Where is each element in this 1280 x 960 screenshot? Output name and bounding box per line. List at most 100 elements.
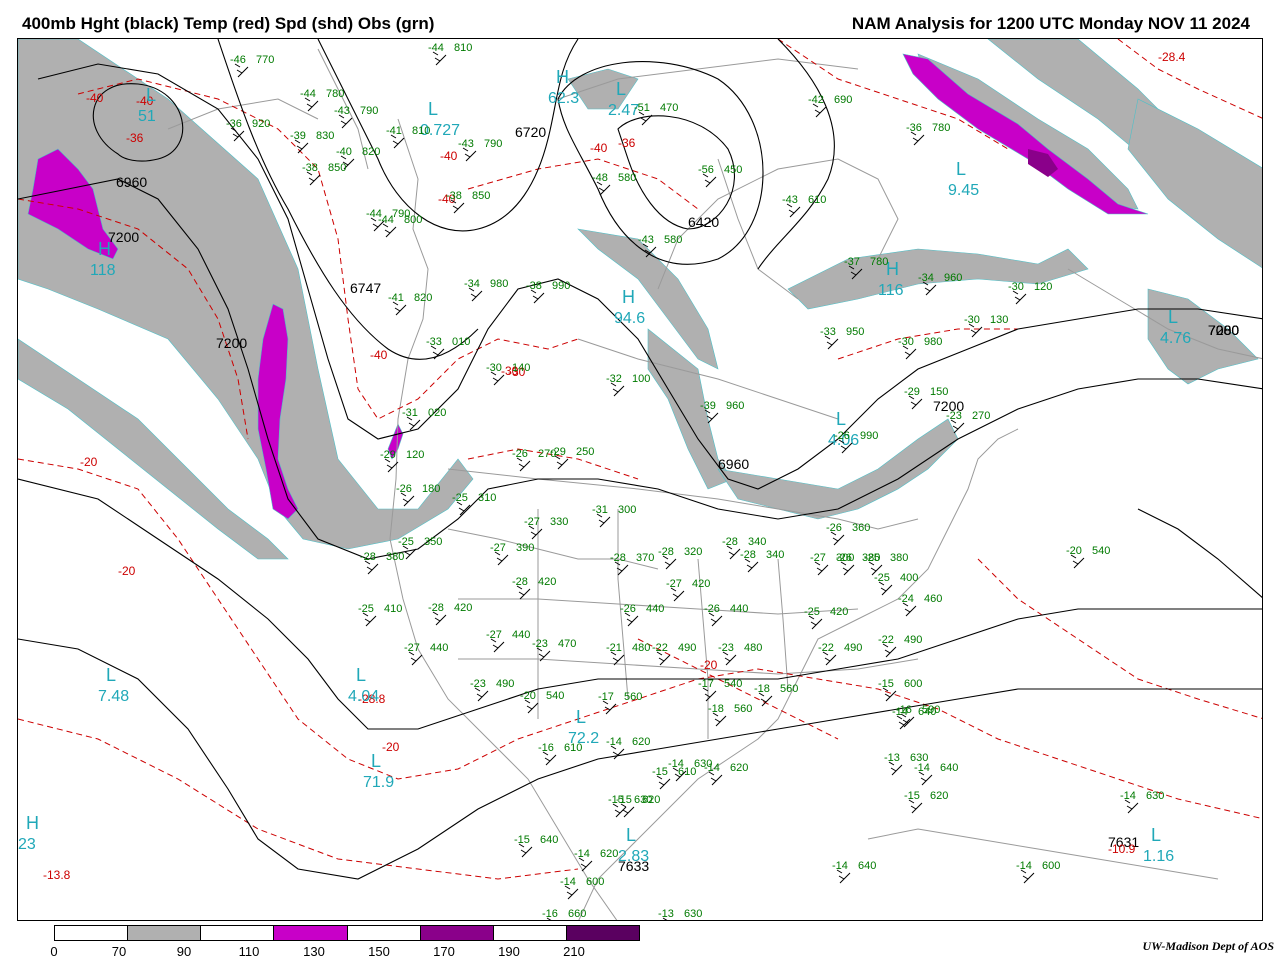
legend-swatch [566, 926, 639, 940]
station-temp: -14 [892, 706, 908, 718]
station-temp: -30 [898, 336, 914, 348]
station-temp: -30 [964, 314, 980, 326]
station-height: 620 [930, 790, 948, 802]
station-height: 440 [430, 642, 448, 654]
legend-tick: 110 [238, 944, 260, 959]
station-temp: -25 [864, 552, 880, 564]
pressure-center-value: 2.83 [618, 848, 649, 865]
pressure-center-value: 62.3 [548, 90, 579, 107]
temperature-contour-label: -20 [118, 564, 136, 578]
pressure-center-type: H [98, 239, 111, 259]
station-height: 540 [724, 678, 742, 690]
station-height: 980 [924, 336, 942, 348]
station-temp: -25 [452, 492, 468, 504]
station-height: 780 [932, 122, 950, 134]
station-temp: -27 [404, 642, 420, 654]
station-height: 460 [924, 593, 942, 605]
station-height: 150 [930, 386, 948, 398]
station-height: 540 [546, 690, 564, 702]
station-height: 820 [414, 292, 432, 304]
station-height: 620 [730, 762, 748, 774]
station-temp: -34 [918, 272, 934, 284]
legend-tick: 90 [176, 944, 192, 959]
station-height: 770 [256, 54, 274, 66]
station-temp: -18 [708, 703, 724, 715]
station-temp: -23 [946, 410, 962, 422]
station-temp: -43 [334, 105, 350, 117]
station-temp: -44 [428, 42, 444, 54]
legend-swatch [128, 926, 202, 940]
station-temp: -29 [904, 386, 920, 398]
station-height: 960 [726, 400, 744, 412]
pressure-center-value: 71.9 [363, 774, 394, 791]
station-temp: -32 [606, 373, 622, 385]
station-height: 830 [316, 130, 334, 142]
legend-swatch [55, 926, 129, 940]
station-temp: -17 [698, 678, 714, 690]
station-temp: -27 [490, 542, 506, 554]
pressure-center-type: L [1151, 825, 1161, 845]
pressure-center-type: H [622, 287, 635, 307]
station-temp: -26 [704, 603, 720, 615]
temperature-contour-label: -28.4 [1158, 50, 1186, 64]
temperature-contour-label: -20 [80, 455, 98, 469]
station-temp: -16 [542, 908, 558, 920]
station-temp: -22 [652, 642, 668, 654]
station-height: 780 [870, 256, 888, 268]
station-temp: -33 [820, 326, 836, 338]
station-height: 580 [664, 234, 682, 246]
station-temp: -23 [718, 642, 734, 654]
station-temp: -56 [698, 164, 714, 176]
height-contour-label: 6960 [718, 456, 749, 472]
credit-label: UW-Madison Dept of AOS [1142, 939, 1274, 953]
station-temp: -16 [538, 742, 554, 754]
station-height: 690 [834, 94, 852, 106]
pressure-center-type: L [106, 665, 116, 685]
station-temp: -28 [512, 576, 528, 588]
station-temp: -31 [592, 504, 608, 516]
station-temp: -15 [878, 678, 894, 690]
height-contour-label: 7200 [216, 335, 247, 351]
station-temp: -26 [834, 430, 850, 442]
station-height: 620 [642, 794, 660, 806]
pressure-center-value: 7.48 [98, 688, 129, 705]
station-temp: -44 [378, 214, 394, 226]
pressure-center-type: L [1168, 307, 1178, 327]
station-temp: -27 [666, 578, 682, 590]
station-temp: -20 [1066, 545, 1082, 557]
station-temp: -46 [230, 54, 246, 66]
station-height: 920 [252, 118, 270, 130]
station-temp: -14 [1120, 790, 1136, 802]
station-temp: -13 [658, 908, 674, 920]
station-temp: -25 [358, 603, 374, 615]
station-height: 470 [558, 638, 576, 650]
station-height: 790 [360, 105, 378, 117]
station-height: 270 [972, 410, 990, 422]
station-height: 990 [552, 280, 570, 292]
station-height: 340 [766, 549, 784, 561]
station-temp: -43 [638, 234, 654, 246]
station-height: 950 [846, 326, 864, 338]
station-temp: -27 [810, 552, 826, 564]
station-height: 440 [730, 603, 748, 615]
station-temp: -15 [904, 790, 920, 802]
station-height: 610 [808, 194, 826, 206]
temperature-contour-label: -20 [382, 740, 400, 754]
station-height: 420 [830, 606, 848, 618]
station-height: 370 [636, 552, 654, 564]
station-temp: -38 [302, 162, 318, 174]
station-height: 790 [484, 138, 502, 150]
station-temp: -14 [668, 758, 684, 770]
station-height: 560 [624, 691, 642, 703]
temperature-contour-label: -36 [618, 136, 636, 150]
station-temp: -36 [906, 122, 922, 134]
speed-shading-70 [18, 39, 1262, 560]
height-contour-label: 6747 [350, 280, 381, 296]
station-temp: -44 [300, 88, 316, 100]
pressure-center-type: L [576, 707, 586, 727]
station-height: 980 [490, 278, 508, 290]
station-temp: -41 [386, 125, 402, 137]
temperature-contour-label: -40 [86, 91, 104, 105]
station-height: 010 [452, 336, 470, 348]
speed-legend [54, 925, 640, 941]
